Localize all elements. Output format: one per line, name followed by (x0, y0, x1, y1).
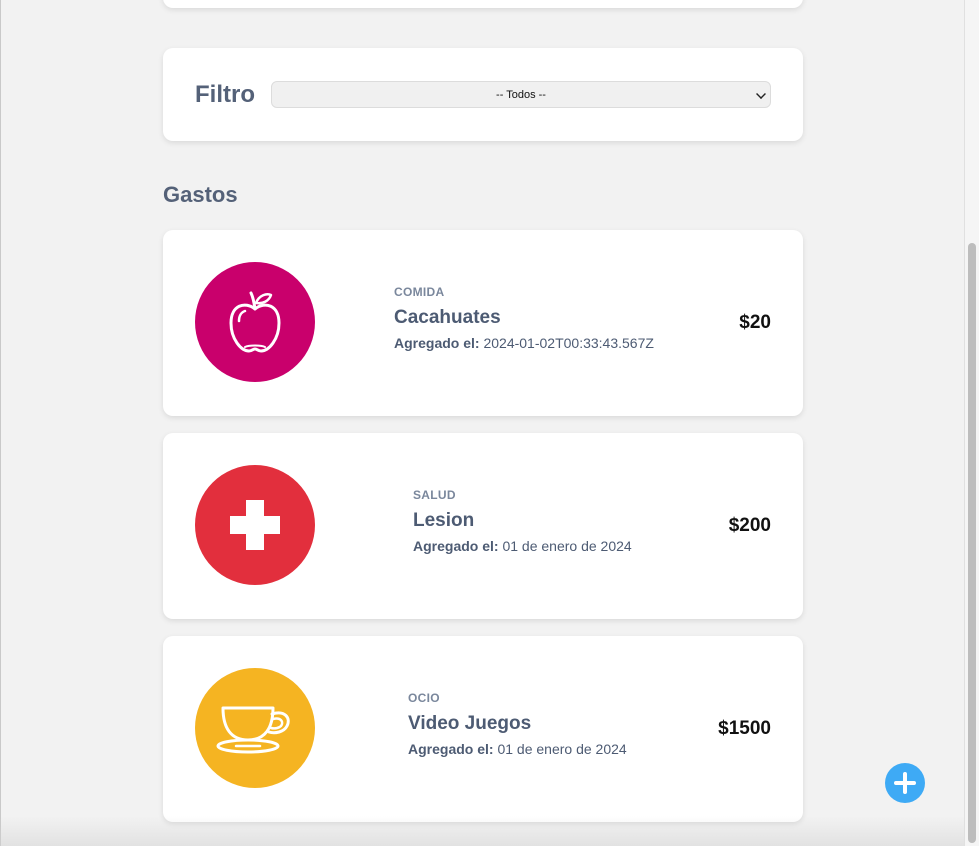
chevron-down-icon (756, 89, 766, 99)
filter-label: Filtro (195, 81, 255, 108)
expense-date: Agregado el: 2024-01-02T00:33:43.567Z (394, 335, 654, 351)
expense-info: OCIO Video Juegos Agregado el: 01 de ene… (408, 691, 627, 757)
expense-name: Lesion (413, 510, 475, 531)
apple-icon (195, 262, 315, 382)
bottom-shadow (0, 816, 965, 846)
expense-card[interactable]: COMIDA Cacahuates Agregado el: 2024-01-0… (163, 230, 803, 416)
expense-card[interactable]: SALUD Lesion Agregado el: 01 de enero de… (163, 433, 803, 619)
filter-card: Filtro -- Todos -- (163, 48, 803, 141)
expense-amount: $1500 (718, 718, 771, 739)
expense-name: Cacahuates (394, 307, 501, 328)
expense-card[interactable]: OCIO Video Juegos Agregado el: 01 de ene… (163, 636, 803, 822)
expense-date: Agregado el: 01 de enero de 2024 (413, 538, 632, 554)
date-label: Agregado el: (394, 335, 480, 351)
expense-category: COMIDA (394, 285, 445, 299)
expense-category: SALUD (413, 488, 456, 502)
date-value: 2024-01-02T00:33:43.567Z (483, 335, 654, 351)
filter-select[interactable]: -- Todos -- (271, 81, 771, 108)
filter-selected-value: -- Todos -- (496, 88, 546, 101)
scrollbar-thumb[interactable] (968, 243, 976, 843)
expense-info: COMIDA Cacahuates Agregado el: 2024-01-0… (394, 285, 654, 351)
add-expense-button[interactable] (885, 763, 925, 803)
expense-info: SALUD Lesion Agregado el: 01 de enero de… (413, 488, 632, 554)
scrollbar[interactable] (964, 0, 979, 846)
expense-category: OCIO (408, 691, 440, 705)
date-label: Agregado el: (413, 538, 499, 554)
coffee-cup-icon (195, 668, 315, 788)
date-label: Agregado el: (408, 741, 494, 757)
previous-card (163, 0, 803, 8)
expense-amount: $200 (728, 515, 771, 536)
medical-cross-icon (195, 465, 315, 585)
expense-amount: $20 (739, 312, 771, 333)
section-title: Gastos (163, 182, 238, 207)
window-edge (0, 0, 1, 846)
date-value: 01 de enero de 2024 (502, 538, 632, 554)
expense-name: Video Juegos (408, 713, 532, 734)
plus-icon (894, 772, 916, 794)
expense-date: Agregado el: 01 de enero de 2024 (408, 741, 627, 757)
date-value: 01 de enero de 2024 (497, 741, 627, 757)
